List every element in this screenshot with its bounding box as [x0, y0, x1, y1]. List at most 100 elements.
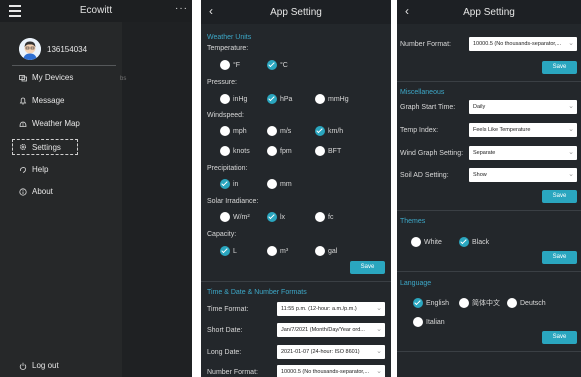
menu-item-label: About	[32, 187, 53, 196]
wind-graph-select[interactable]: Separate ⌄	[469, 146, 577, 160]
number-format-select[interactable]: 10000.5 (No thousands-separator,... ⌄	[469, 37, 577, 51]
save-number-format-button[interactable]: Save	[542, 61, 577, 74]
radio-theme-black[interactable]: Black	[459, 237, 489, 247]
radio-icon	[220, 94, 230, 104]
radio-precip-in[interactable]: in	[220, 179, 238, 189]
username: 136154034	[47, 45, 88, 54]
short-date-select[interactable]: Jan/7/2021 (Month/Day/Year ord... ⌄	[277, 323, 385, 337]
radio-pressure-mmhg[interactable]: mmHg	[315, 94, 349, 104]
option-label: knots	[233, 147, 250, 155]
save-misc-button[interactable]: Save	[542, 190, 577, 203]
save-language-button[interactable]: Save	[542, 331, 577, 344]
menu-item-message[interactable]: Message	[19, 96, 64, 105]
menu-item-label: Weather Map	[32, 119, 80, 128]
option-label: English	[426, 299, 449, 307]
radio-icon	[315, 212, 325, 222]
menu-item-my-devices[interactable]: My Devices	[19, 73, 73, 82]
option-label: BFT	[328, 147, 342, 155]
divider	[397, 351, 581, 352]
radio-precip-mm[interactable]: mm	[267, 179, 292, 189]
option-label: mm	[280, 180, 292, 188]
select-value: Jan/7/2021 (Month/Day/Year ord...	[281, 327, 365, 333]
logout-button[interactable]: Log out	[19, 361, 59, 370]
select-value: Separate	[473, 150, 496, 156]
chevron-down-icon: ⌄	[376, 368, 382, 375]
power-icon	[19, 362, 27, 370]
soil-ad-label: Soil AD Setting:	[400, 172, 449, 179]
save-theme-button[interactable]: Save	[542, 251, 577, 264]
radio-solar-fc[interactable]: fc	[315, 212, 333, 222]
radio-wind-ms[interactable]: m/s	[267, 126, 291, 136]
capacity-label: Capacity:	[207, 231, 237, 238]
radio-icon	[413, 317, 423, 327]
menu-item-label: Settings	[32, 142, 61, 152]
radio-capacity-l[interactable]: L	[220, 246, 237, 256]
radio-pressure-hpa[interactable]: hPa	[267, 94, 292, 104]
radio-pressure-inhg[interactable]: inHg	[220, 94, 247, 104]
temp-index-label: Temp Index:	[400, 127, 439, 134]
radio-lang-italian[interactable]: Italian	[413, 317, 445, 327]
option-label: hPa	[280, 95, 293, 103]
radio-wind-bft[interactable]: BFT	[315, 146, 341, 156]
short-date-label: Short Date:	[207, 327, 243, 334]
radio-capacity-gal[interactable]: gal	[315, 246, 337, 256]
select-value: 2021-01-07 (24-hour: ISO 8601)	[281, 349, 360, 355]
long-date-label: Long Date:	[207, 349, 242, 356]
radio-lang-chinese[interactable]: 简体中文	[459, 298, 500, 308]
logout-label: Log out	[32, 361, 59, 370]
select-value: Show	[473, 172, 487, 178]
radio-theme-white[interactable]: White	[411, 237, 442, 247]
map-icon	[19, 121, 27, 127]
option-label: m³	[280, 247, 289, 255]
section-language: Language	[400, 280, 432, 287]
help-icon	[20, 166, 26, 173]
menu-item-label: Help	[32, 165, 49, 174]
number-format-label: Number Format:	[400, 41, 451, 48]
avatar[interactable]	[19, 38, 41, 60]
long-date-select[interactable]: 2021-01-07 (24-hour: ISO 8601) ⌄	[277, 345, 385, 359]
option-label: W/m²	[233, 213, 250, 221]
more-icon[interactable]: ···	[175, 3, 188, 14]
radio-temp-f[interactable]: °F	[220, 60, 240, 70]
radio-wind-fpm[interactable]: fpm	[267, 146, 292, 156]
radio-icon	[315, 146, 325, 156]
number-format-select[interactable]: 10000.5 (No thousands-separator,... ⌄	[277, 365, 385, 377]
temp-index-select[interactable]: Feels Like Temperature ⌄	[469, 123, 577, 137]
chevron-down-icon: ⌄	[376, 305, 382, 312]
radio-solar-lx[interactable]: lx	[267, 212, 285, 222]
radio-solar-wm2[interactable]: W/m²	[220, 212, 250, 222]
time-format-select[interactable]: 11:55 p.m. (12-hour: a.m./p.m.) ⌄	[277, 302, 385, 316]
radio-wind-kmh[interactable]: km/h	[315, 126, 343, 136]
soil-ad-select[interactable]: Show ⌄	[469, 168, 577, 182]
save-units-button[interactable]: Save	[350, 261, 385, 274]
graph-start-label: Graph Start Time:	[400, 104, 456, 111]
menu-item-about[interactable]: About	[19, 187, 53, 196]
radio-icon	[220, 126, 230, 136]
menu-item-label: My Devices	[32, 73, 74, 82]
chevron-down-icon: ⌄	[568, 126, 574, 133]
option-label: L	[233, 247, 237, 255]
radio-capacity-m3[interactable]: m³	[267, 246, 288, 256]
option-label: Deutsch	[520, 299, 546, 307]
radio-lang-english[interactable]: English	[413, 298, 449, 308]
solar-irradiance-label: Solar Irradiance:	[207, 198, 259, 205]
option-label: gal	[328, 247, 338, 255]
chevron-down-icon: ⌄	[568, 40, 574, 47]
radio-checked-icon	[315, 126, 325, 136]
pressure-label: Pressure:	[207, 79, 237, 86]
graph-start-select[interactable]: Daily ⌄	[469, 100, 577, 114]
radio-icon	[507, 298, 517, 308]
menu-item-help[interactable]: Help	[19, 165, 48, 174]
menu-item-weather-map[interactable]: Weather Map	[19, 119, 80, 128]
radio-lang-deutsch[interactable]: Deutsch	[507, 298, 546, 308]
radio-icon	[220, 212, 230, 222]
background-text: bs	[120, 76, 127, 82]
radio-wind-mph[interactable]: mph	[220, 126, 247, 136]
option-label: fpm	[280, 147, 292, 155]
radio-temp-c[interactable]: °C	[267, 60, 288, 70]
radio-checked-icon	[459, 237, 469, 247]
menu-item-settings[interactable]: Settings	[12, 139, 78, 155]
radio-wind-knots[interactable]: knots	[220, 146, 250, 156]
chevron-down-icon: ⌄	[568, 149, 574, 156]
precipitation-label: Precipitation:	[207, 165, 248, 172]
